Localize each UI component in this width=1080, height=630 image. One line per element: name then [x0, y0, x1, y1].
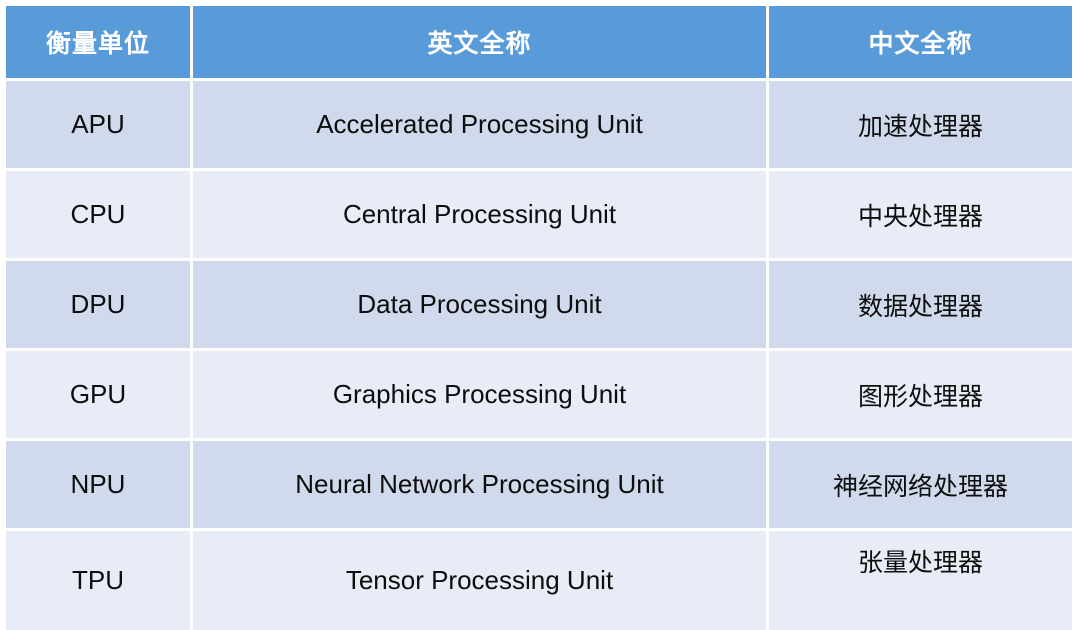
- cell-unit: DPU: [6, 261, 193, 351]
- column-header-unit: 衡量单位: [6, 6, 193, 81]
- processing-unit-table-container: 衡量单位 英文全称 中文全称 APU Accelerated Processin…: [6, 6, 1072, 630]
- cell-unit: NPU: [6, 441, 193, 531]
- cell-unit: GPU: [6, 351, 193, 441]
- cell-chinese-name: 加速处理器: [769, 81, 1072, 171]
- column-header-english-name: 英文全称: [193, 6, 769, 81]
- table-row: NPU Neural Network Processing Unit 神经网络处…: [6, 441, 1072, 531]
- cell-english-name: Central Processing Unit: [193, 171, 769, 261]
- table-row: APU Accelerated Processing Unit 加速处理器: [6, 81, 1072, 171]
- cell-english-name: Data Processing Unit: [193, 261, 769, 351]
- table-header: 衡量单位 英文全称 中文全称: [6, 6, 1072, 81]
- processing-unit-table: 衡量单位 英文全称 中文全称 APU Accelerated Processin…: [6, 6, 1072, 630]
- table-row: TPU Tensor Processing Unit 张量处理器: [6, 531, 1072, 630]
- table-row: CPU Central Processing Unit 中央处理器: [6, 171, 1072, 261]
- cell-english-name: Graphics Processing Unit: [193, 351, 769, 441]
- column-header-chinese-name: 中文全称: [769, 6, 1072, 81]
- cell-chinese-name: 图形处理器: [769, 351, 1072, 441]
- cell-unit: APU: [6, 81, 193, 171]
- cell-unit: CPU: [6, 171, 193, 261]
- table-body: APU Accelerated Processing Unit 加速处理器 CP…: [6, 81, 1072, 630]
- table-row: GPU Graphics Processing Unit 图形处理器: [6, 351, 1072, 441]
- cell-chinese-name: 中央处理器: [769, 171, 1072, 261]
- cell-unit: TPU: [6, 531, 193, 630]
- cell-chinese-name: 张量处理器: [769, 531, 1072, 630]
- cell-english-name: Accelerated Processing Unit: [193, 81, 769, 171]
- header-row: 衡量单位 英文全称 中文全称: [6, 6, 1072, 81]
- table-row: DPU Data Processing Unit 数据处理器: [6, 261, 1072, 351]
- cell-chinese-name: 神经网络处理器: [769, 441, 1072, 531]
- cell-chinese-name: 数据处理器: [769, 261, 1072, 351]
- cell-english-name: Tensor Processing Unit: [193, 531, 769, 630]
- cell-english-name: Neural Network Processing Unit: [193, 441, 769, 531]
